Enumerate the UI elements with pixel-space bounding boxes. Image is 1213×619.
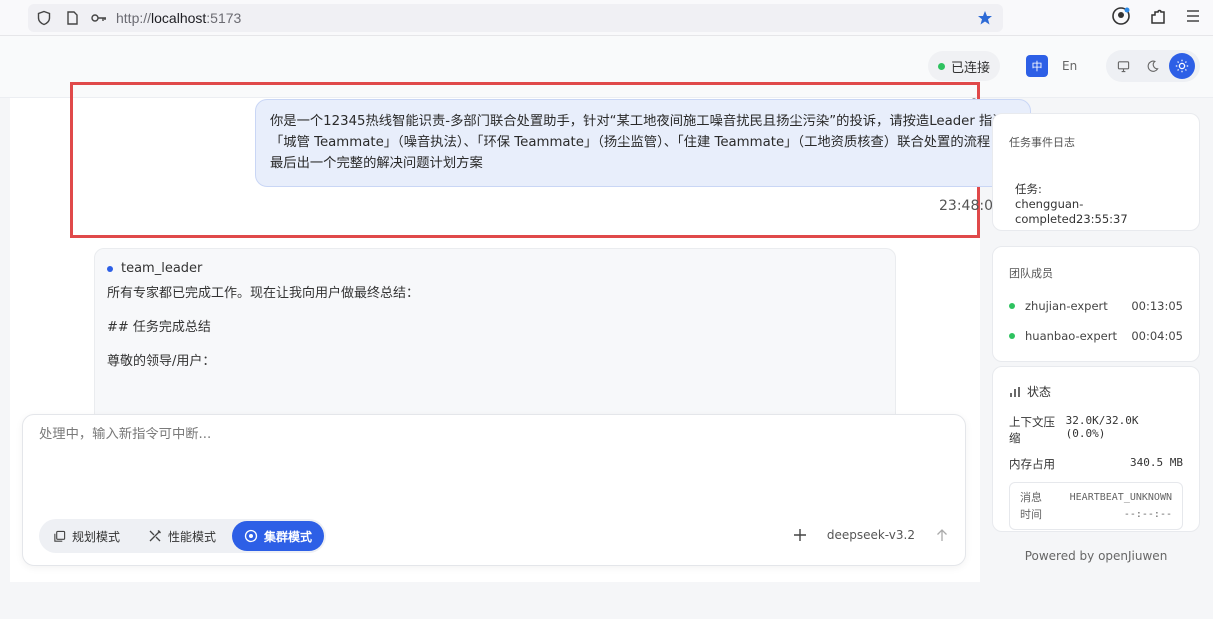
bookmark-star-icon[interactable] [977,10,993,26]
log-status: completed [1015,212,1077,226]
theme-switch [1106,50,1200,82]
layers-icon [54,530,66,542]
member-name: zhujian-expert [1025,299,1108,313]
status-label: 已连接 [951,60,991,76]
theme-system-button[interactable] [1111,53,1137,79]
heartbeat-box: 消息 HEARTBEAT_UNKNOWN 时间 --:--:-- [1009,482,1183,530]
cluster-mode-button[interactable]: 集群模式 [232,521,325,551]
heartbeat-time-label: 时间 [1020,508,1042,521]
model-selector[interactable]: deepseek-v3.2 [827,528,915,542]
connection-status: 已连接 [928,51,1001,81]
monitor-icon [1117,60,1130,72]
log-entry: 任务: chengguan- completed23:55:37 [1015,182,1199,227]
browser-toolbar: http://localhost:5173 [0,0,1213,36]
lang-en-button[interactable]: En [1062,59,1077,73]
sun-icon [1176,59,1189,73]
address-bar[interactable]: http://localhost:5173 [28,4,1003,32]
member-row[interactable]: zhujian-expert 00:13:05 [1009,299,1183,313]
account-icon[interactable] [1111,6,1131,26]
event-log-title: 任务事件日志 [1009,136,1075,149]
sender-name: team_leader [121,261,203,276]
extensions-icon[interactable] [1149,7,1167,25]
context-label: 上下文压缩 [1009,415,1055,445]
sender-dot [107,265,113,272]
member-time: 00:04:05 [1131,329,1183,343]
message-input[interactable] [39,427,939,442]
context-value: 32.0K/32.0K (0.0%) [1065,414,1139,440]
log-time: 23:55:37 [1076,212,1128,226]
plus-icon[interactable] [793,528,807,542]
lang-zh-button[interactable]: 中 [1026,55,1048,77]
status-dot [938,62,945,70]
status-card: 状态 上下文压缩 32.0K/32.0K (0.0%) 内存占用 340.5 M… [992,366,1200,532]
memory-row: 内存占用 340.5 MB [1009,456,1183,472]
member-name: huanbao-expert [1025,329,1117,343]
highlight-frame: 你是一个12345热线智能识责-多部门联合处置助手，针对“某工地夜间施工噪音扰民… [70,82,1031,238]
url-text: http://localhost:5173 [116,10,242,26]
page-icon [67,11,78,25]
menu-icon[interactable] [1185,9,1201,23]
message-line: 所有专家都已完成工作。现在让我向用户做最终总结： [107,286,420,301]
team-title: 团队成员 [1009,267,1053,280]
message-line: 尊敬的领导/用户： [107,354,216,369]
key-icon [91,14,106,22]
memory-label: 内存占用 [1009,457,1055,471]
performance-mode-button[interactable]: 性能模式 [136,521,228,551]
heartbeat-time-value: --:--:-- [1123,509,1172,520]
heartbeat-msg-value: HEARTBEAT_UNKNOWN [1069,492,1172,503]
language-switch: 中 En [1026,55,1077,77]
log-label: 任务: [1015,182,1042,196]
send-arrow-icon[interactable] [935,528,949,542]
online-dot [1009,303,1015,309]
status-title: 状态 [1009,383,1183,400]
log-task: chengguan- [1015,197,1084,211]
message-line: ## 任务完成总结 [107,320,211,335]
theme-dark-button[interactable] [1140,53,1166,79]
event-log-card: 任务事件日志 任务: chengguan- completed23:55:37 [992,113,1200,231]
theme-light-button[interactable] [1169,53,1196,79]
cluster-icon [244,529,258,543]
shield-icon [37,10,51,26]
mode-label: 集群模式 [264,529,313,544]
mode-label: 性能模式 [168,529,217,544]
status-title-label: 状态 [1027,385,1052,399]
online-dot [1009,333,1015,339]
composer-actions: deepseek-v3.2 [793,528,949,542]
plan-mode-button[interactable]: 规划模式 [41,521,132,551]
moon-icon [1148,60,1160,72]
log-line: chengguan- completed23:55:37 [1015,197,1199,227]
context-row: 上下文压缩 32.0K/32.0K (0.0%) [1009,414,1183,446]
mode-switch: 规划模式 性能模式 集群模式 [39,519,327,553]
sender-label: team_leader [107,261,883,276]
user-message-bubble: 你是一个12345热线智能识责-多部门联合处置助手，针对“某工地夜间施工噪音扰民… [255,99,1031,187]
member-row[interactable]: huanbao-expert 00:04:05 [1009,329,1183,343]
tools-icon [149,530,161,542]
member-time: 00:13:05 [1131,299,1183,313]
mode-label: 规划模式 [72,529,121,544]
bar-chart-icon [1010,386,1020,397]
team-card: 团队成员 zhujian-expert 00:13:05 huanbao-exp… [992,246,1200,362]
powered-by: Powered by openJiuwen [1024,549,1168,563]
composer: 规划模式 性能模式 集群模式 deepseek-v3.2 [22,414,966,566]
memory-value: 340.5 MB [1130,456,1183,469]
heartbeat-msg-label: 消息 [1020,491,1042,504]
